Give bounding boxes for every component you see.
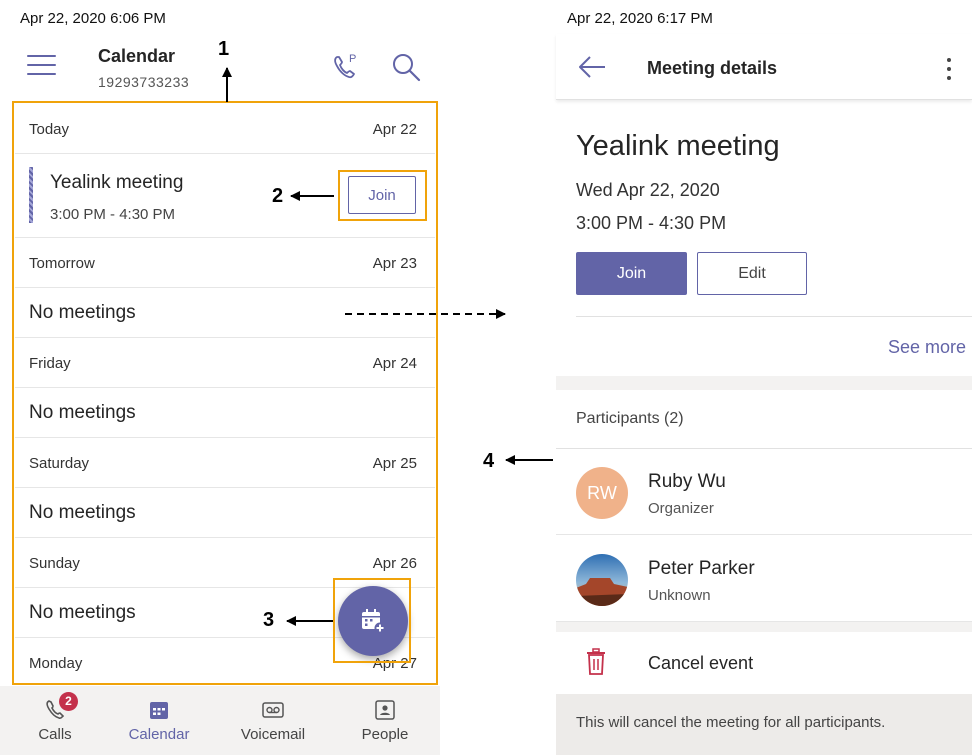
meeting-date: Wed Apr 22, 2020: [576, 180, 720, 200]
day-header-tomorrow: Tomorrow Apr 23: [15, 238, 435, 288]
see-more-link[interactable]: See more: [888, 337, 966, 358]
meeting-details-screen: Meeting details Yealink meeting Wed Apr …: [556, 34, 972, 755]
participants-header: Participants (2): [576, 410, 684, 427]
no-meetings-item: No meetings: [15, 388, 435, 438]
meeting-title: Yealink meeting: [50, 172, 184, 193]
cancel-event-button[interactable]: Cancel event: [556, 632, 972, 694]
participant-item[interactable]: RW Ruby Wu Organizer: [556, 449, 972, 535]
section-separator: [556, 622, 972, 632]
divider: [576, 316, 972, 317]
meeting-details-header: Meeting details: [556, 34, 972, 100]
meeting-time: 3:00 PM - 4:30 PM: [576, 213, 727, 233]
meeting-indicator: [29, 167, 33, 223]
participant-name: Peter Parker: [648, 558, 755, 579]
svg-text:P: P: [349, 53, 356, 65]
edit-button[interactable]: Edit: [697, 252, 807, 295]
tab-calls[interactable]: 2 Calls: [0, 686, 110, 755]
park-call-icon[interactable]: P: [330, 50, 362, 82]
more-options-icon[interactable]: [944, 56, 954, 82]
meeting-time: 3:00 PM - 4:30 PM: [50, 206, 176, 223]
day-header-saturday: Saturday Apr 25: [15, 438, 435, 488]
status-time: Apr 22, 2020 6:17 PM: [567, 10, 713, 27]
annotation-number-4: 4: [483, 450, 495, 472]
participant-role: Organizer: [648, 500, 714, 517]
tab-calendar[interactable]: Calendar: [104, 686, 214, 755]
meeting-item[interactable]: Yealink meeting 3:00 PM - 4:30 PM Join: [15, 154, 435, 238]
search-icon[interactable]: [391, 52, 421, 82]
participant-item[interactable]: Peter Parker Unknown: [556, 536, 972, 622]
day-header-sunday: Sunday Apr 26: [15, 538, 435, 588]
meeting-title: Yealink meeting: [576, 130, 780, 162]
annotation-number-2: 2: [272, 185, 284, 207]
no-meetings-item: No meetings: [15, 488, 435, 538]
participant-name: Ruby Wu: [648, 471, 726, 492]
calendar-add-icon: [362, 609, 386, 634]
calendar-icon: [150, 702, 168, 719]
avatar: RW: [576, 467, 628, 519]
bottom-tab-bar: 2 Calls Calendar Voicemail People: [0, 686, 440, 755]
no-meetings-item: No meetings: [15, 288, 435, 338]
join-button[interactable]: Join: [576, 252, 687, 295]
tab-voicemail[interactable]: Voicemail: [218, 686, 328, 755]
annotation-number-3: 3: [263, 609, 275, 631]
new-meeting-button[interactable]: [338, 586, 408, 656]
annotation-number-1: 1: [218, 38, 230, 60]
contact-icon: [375, 700, 395, 720]
tab-people[interactable]: People: [330, 686, 440, 755]
voicemail-icon: [262, 702, 284, 718]
back-arrow-icon[interactable]: [577, 54, 607, 80]
avatar: [576, 554, 628, 606]
cancel-event-note: This will cancel the meeting for all par…: [556, 694, 972, 755]
avatar-photo-icon: [576, 554, 628, 606]
page-title: Calendar: [98, 46, 176, 66]
cancel-event-label: Cancel event: [648, 653, 754, 673]
page-title: Meeting details: [647, 58, 778, 78]
day-header-friday: Friday Apr 24: [15, 338, 435, 388]
phone-number: 19293733233: [98, 74, 190, 90]
section-separator: [556, 376, 972, 390]
status-time: Apr 22, 2020 6:06 PM: [20, 10, 166, 27]
participant-role: Unknown: [648, 587, 711, 604]
missed-calls-badge: 2: [59, 692, 78, 711]
menu-icon[interactable]: [27, 53, 57, 77]
day-header-today: Today Apr 22: [15, 104, 435, 154]
trash-icon: [587, 648, 605, 675]
join-button[interactable]: Join: [348, 176, 416, 214]
